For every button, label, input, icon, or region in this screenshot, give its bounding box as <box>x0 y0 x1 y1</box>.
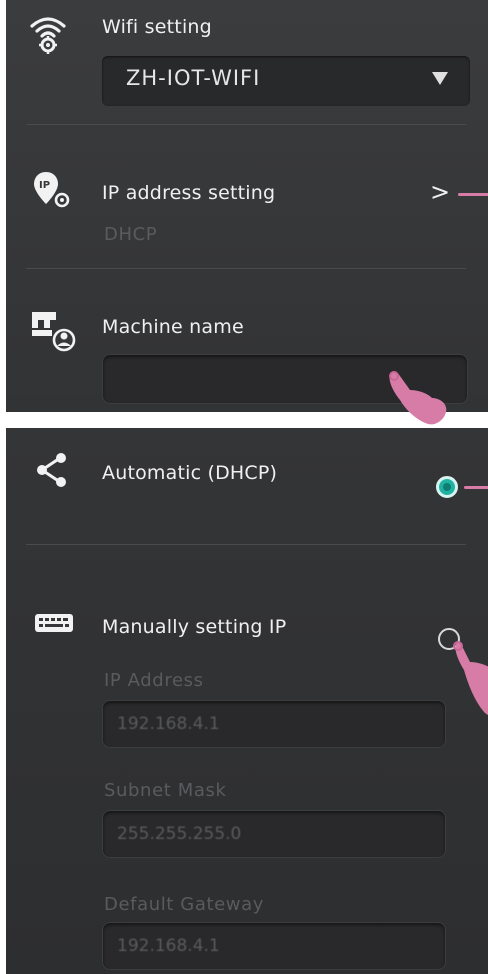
dropdown-caret-icon[interactable] <box>432 72 448 85</box>
network-settings-panel: Wifi setting ZH-IOT-WIFI IP IP address s… <box>6 0 488 425</box>
dhcp-radio[interactable] <box>436 476 458 498</box>
ip-address-setting-label: IP address setting <box>102 182 276 204</box>
ip-mode-panel: Automatic (DHCP) Manually setting IP IP … <box>6 428 488 974</box>
wifi-setting-label: Wifi setting <box>102 16 212 38</box>
svg-text:IP: IP <box>39 180 50 191</box>
default-gateway-label: Default Gateway <box>104 894 265 915</box>
subnet-mask-label: Subnet Mask <box>104 780 227 801</box>
ip-address-label: IP Address <box>104 670 204 691</box>
wifi-gear-icon <box>26 12 70 56</box>
hand-pointer-icon <box>389 371 447 425</box>
wifi-network-dropdown[interactable]: ZH-IOT-WIFI <box>102 56 470 106</box>
keyboard-icon <box>34 610 78 654</box>
ip-address-field[interactable] <box>102 700 446 748</box>
dhcp-option-label: Automatic (DHCP) <box>102 462 278 484</box>
wifi-selected-value: ZH-IOT-WIFI <box>126 66 261 90</box>
manual-ip-option-label: Manually setting IP <box>102 616 287 638</box>
hand-pointer-icon <box>453 641 488 716</box>
ip-mode-value: DHCP <box>104 224 158 245</box>
divider <box>26 544 466 545</box>
chevron-right-icon[interactable]: > <box>430 178 450 206</box>
share-icon <box>34 452 78 496</box>
pointer-line <box>458 193 488 196</box>
divider <box>26 268 466 269</box>
ip-address-input[interactable] <box>103 701 445 747</box>
default-gateway-input[interactable] <box>103 923 445 969</box>
subnet-mask-input[interactable] <box>103 811 445 857</box>
subnet-mask-field[interactable] <box>102 810 446 858</box>
divider <box>26 124 466 125</box>
default-gateway-field[interactable] <box>102 922 446 970</box>
pointer-line <box>464 486 488 489</box>
sewing-machine-user-icon <box>30 306 76 352</box>
ip-location-gear-icon: IP <box>32 170 76 214</box>
machine-name-label: Machine name <box>102 316 244 338</box>
